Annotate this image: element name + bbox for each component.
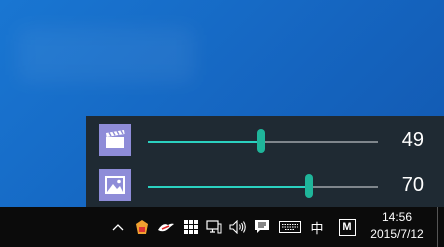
ime-icon[interactable]: 中 [306,207,328,247]
image-icon[interactable] [99,169,131,201]
show-desktop-button[interactable] [437,207,444,247]
clock-date: 2015/7/12 [370,227,424,241]
volume-value: 70 [401,174,424,196]
app-grid-icon[interactable] [181,207,201,247]
volume-mixer-flyout: 49 70 [86,116,444,207]
chevron-up-icon[interactable] [108,207,128,247]
volume-row-video: 49 [86,121,444,161]
touch-keyboard-icon[interactable] [277,207,303,247]
slider-thumb[interactable] [256,129,265,153]
clapperboard-icon[interactable] [99,124,131,156]
action-center-icon[interactable] [251,207,273,247]
volume-value: 49 [401,129,424,151]
volume-slider-photos[interactable] [148,174,378,198]
m-app-icon[interactable]: M [336,207,358,247]
taskbar: 中 M 14:56 2015/7/12 [0,207,444,247]
slider-thumb[interactable] [305,174,313,198]
speaker-icon[interactable] [227,207,249,247]
tray-app-icon[interactable] [155,207,177,247]
network-icon[interactable] [203,207,225,247]
volume-row-photos: 70 [86,166,444,206]
desktop-window-shadow [18,28,194,82]
slider-fill [148,186,309,188]
antivirus-icon[interactable] [131,207,153,247]
clock-time: 14:56 [381,210,413,224]
m-app-label: M [338,218,356,236]
slider-fill [148,141,261,143]
volume-slider-video[interactable] [148,129,378,153]
clock[interactable]: 14:56 2015/7/12 [364,209,430,245]
